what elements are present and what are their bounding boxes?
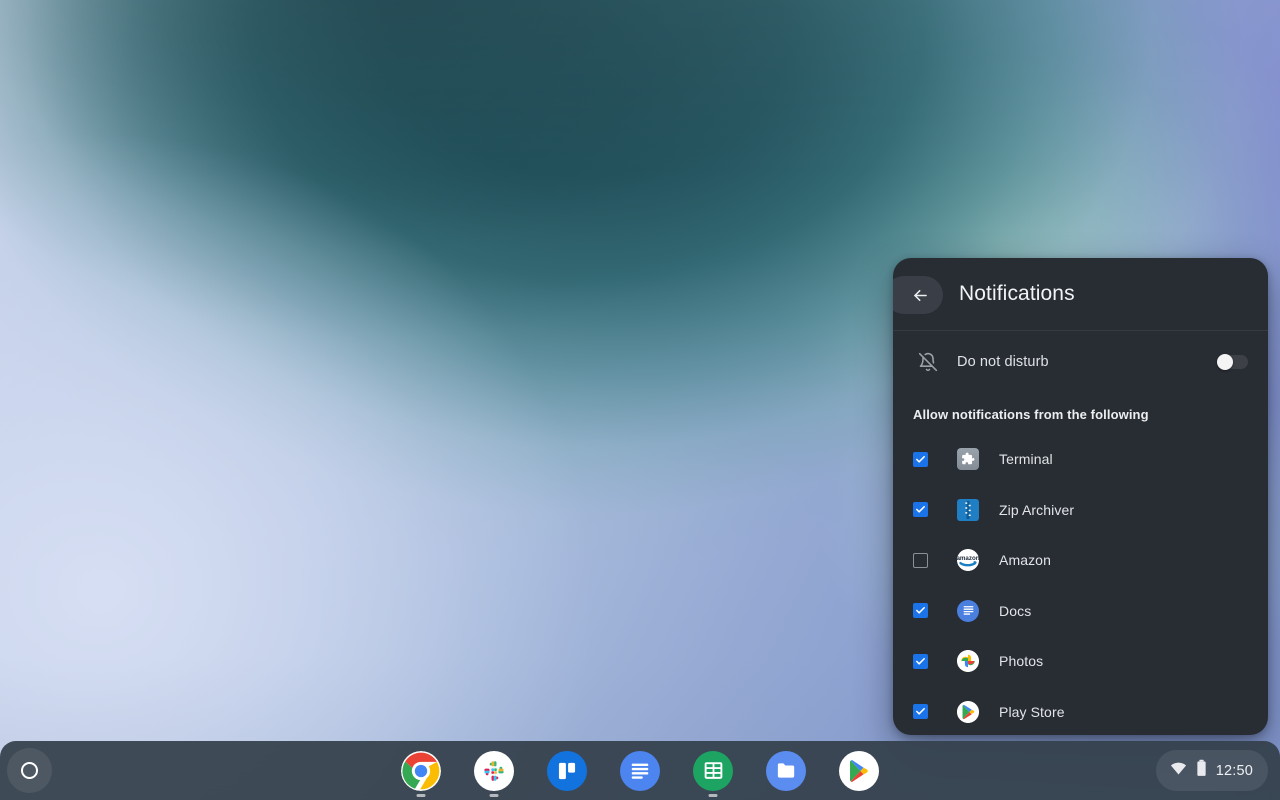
slack-icon (474, 751, 514, 791)
puzzle-piece-icon (957, 448, 979, 470)
panel-header: Notifications (893, 258, 1268, 330)
shelf-app-play-store[interactable] (839, 751, 879, 791)
shelf-app-slack[interactable] (474, 751, 514, 791)
toggle-knob (1217, 354, 1233, 370)
play-store-icon (839, 751, 879, 791)
allow-notifications-section-title: Allow notifications from the following (893, 393, 1268, 432)
amazon-icon: amazon (957, 549, 979, 571)
shelf-app-chrome[interactable] (401, 751, 441, 791)
shelf-app-trello[interactable] (547, 751, 587, 791)
files-icon (766, 751, 806, 791)
shelf-app-google-sheets[interactable] (693, 751, 733, 791)
app-row-photos[interactable]: Photos (893, 636, 1268, 687)
do-not-disturb-row[interactable]: Do not disturb (893, 331, 1268, 393)
wifi-icon (1170, 761, 1187, 780)
checkbox-photos[interactable] (913, 654, 928, 669)
checkbox-amazon[interactable] (913, 553, 928, 568)
back-button[interactable] (893, 276, 943, 314)
chrome-icon (401, 751, 441, 791)
running-indicator (709, 794, 718, 797)
google-docs-icon (957, 600, 979, 622)
status-tray[interactable]: 12:50 (1156, 750, 1268, 791)
app-name-docs: Docs (999, 603, 1031, 619)
app-name-terminal: Terminal (999, 451, 1053, 467)
bell-off-icon (913, 352, 943, 372)
app-row-play-store[interactable]: Play Store (893, 687, 1268, 736)
google-photos-icon (957, 650, 979, 672)
app-notification-list: Terminal Z (893, 432, 1268, 735)
clock-label: 12:50 (1216, 763, 1253, 779)
app-row-docs[interactable]: Docs (893, 586, 1268, 637)
checkbox-terminal[interactable] (913, 452, 928, 467)
svg-text:amazon: amazon (957, 555, 979, 562)
app-row-zip-archiver[interactable]: Zip Archiver (893, 485, 1268, 536)
shelf-app-files[interactable] (766, 751, 806, 791)
notifications-settings-panel: Notifications Do not disturb Allow notif… (893, 258, 1268, 735)
play-store-icon (957, 701, 979, 723)
app-row-amazon[interactable]: amazon Amazon (893, 535, 1268, 586)
checkbox-zip-archiver[interactable] (913, 502, 928, 517)
app-name-play-store: Play Store (999, 704, 1065, 720)
panel-title: Notifications (959, 274, 1075, 314)
app-name-amazon: Amazon (999, 552, 1051, 568)
running-indicator (417, 794, 426, 797)
shelf-app-google-docs[interactable] (620, 751, 660, 791)
running-indicator (490, 794, 499, 797)
checkbox-docs[interactable] (913, 603, 928, 618)
app-row-terminal[interactable]: Terminal (893, 434, 1268, 485)
trello-icon (547, 751, 587, 791)
google-docs-icon (620, 751, 660, 791)
app-name-photos: Photos (999, 653, 1043, 669)
shelf-app-list (0, 741, 1280, 800)
app-name-zip-archiver: Zip Archiver (999, 502, 1074, 518)
do-not-disturb-label: Do not disturb (957, 354, 1216, 370)
checkbox-play-store[interactable] (913, 704, 928, 719)
shelf: 12:50 (0, 741, 1280, 800)
zipper-icon (957, 499, 979, 521)
do-not-disturb-toggle[interactable] (1216, 352, 1250, 372)
google-sheets-icon (693, 751, 733, 791)
battery-icon (1196, 759, 1207, 782)
back-arrow-icon (911, 286, 930, 305)
